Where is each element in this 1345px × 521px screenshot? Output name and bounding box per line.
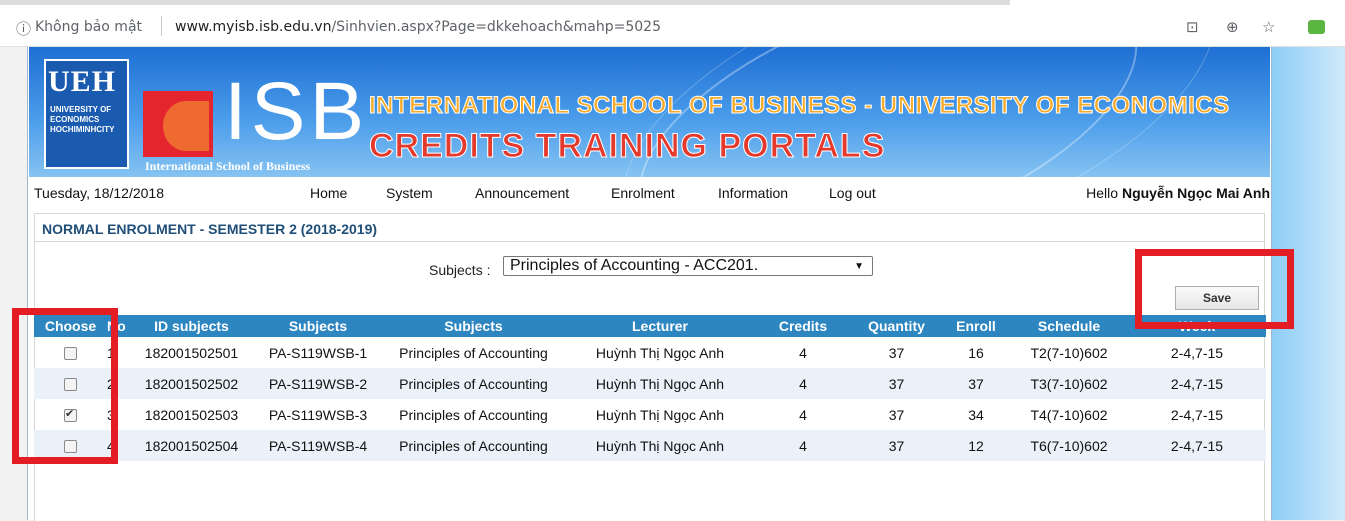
- nav-enrolment[interactable]: Enrolment: [611, 185, 675, 201]
- row-enroll: 12: [942, 430, 1010, 461]
- row-week: 2-4,7-15: [1128, 368, 1266, 399]
- col-header-enroll[interactable]: Enroll: [942, 315, 1010, 337]
- row-quantity: 37: [888, 344, 905, 361]
- banner-title: INTERNATIONAL SCHOOL OF BUSINESS - UNIVE…: [369, 92, 1230, 120]
- col-header-credits[interactable]: Credits: [755, 315, 851, 337]
- row-enroll: 16: [968, 344, 984, 361]
- translate-icon[interactable]: ⊡: [1186, 18, 1199, 36]
- row-id: 182001502502: [129, 368, 254, 399]
- col-header-subject[interactable]: Subjects: [382, 315, 565, 337]
- url-path: /Sinhvien.aspx?Page=dkkehoach&mahp=5025: [331, 19, 661, 35]
- user-name: Nguyễn Ngọc Mai Anh: [1121, 185, 1270, 201]
- nav-home[interactable]: Home: [310, 185, 347, 201]
- row-enroll: 37: [942, 368, 1010, 399]
- portal-banner: UEH UNIVERSITY OF ECONOMICS HOCHIMINHCIT…: [29, 47, 1270, 177]
- portal-container: UEH UNIVERSITY OF ECONOMICS HOCHIMINHCIT…: [27, 47, 1272, 521]
- table-row: 2 182001502502 PA-S119WSB-2 Principles o…: [34, 368, 1266, 399]
- col-header-code[interactable]: Subjects: [254, 315, 382, 337]
- greeting-prefix: Hello: [1086, 185, 1119, 201]
- row-id: 182001502503: [144, 406, 239, 423]
- col-header-lecturer[interactable]: Lecturer: [565, 315, 755, 337]
- col-header-id[interactable]: ID subjects: [129, 315, 254, 337]
- row-enroll: 34: [968, 406, 984, 423]
- nav-log-out[interactable]: Log out: [829, 185, 876, 201]
- isb-logo-shape: [163, 101, 209, 151]
- url-host: www.myisb.isb.edu.vn: [175, 19, 332, 35]
- row-credits: 4: [799, 344, 807, 361]
- row-code: PA-S119WSB-2: [254, 368, 382, 399]
- row-lecturer: Huỳnh Thị Ngọc Anh: [565, 430, 755, 461]
- row-lecturer: Huỳnh Thị Ngọc Anh: [565, 368, 755, 399]
- ueh-logo-line: UNIVERSITY OF: [50, 105, 112, 114]
- subjects-label: Subjects :: [429, 262, 491, 278]
- tab-strip-bar: [0, 0, 1010, 5]
- bookmark-star-icon[interactable]: ☆: [1262, 18, 1275, 36]
- main-nav: Tuesday, 18/12/2018 Home System Announce…: [29, 177, 1270, 207]
- ueh-logo-line: ECONOMICS: [50, 115, 100, 124]
- table-row: 4 182001502504 PA-S119WSB-4 Principles o…: [34, 430, 1266, 461]
- security-label[interactable]: Không bảo mật: [35, 19, 142, 35]
- zoom-icon[interactable]: ⊕: [1226, 18, 1239, 36]
- row-schedule: T4(7-10)602: [1030, 406, 1108, 423]
- subjects-selected-value: Principles of Accounting - ACC201.: [510, 257, 759, 274]
- ueh-logo-line: HOCHIMINHCITY: [50, 125, 115, 134]
- user-greeting: Hello Nguyễn Ngọc Mai Anh: [1086, 185, 1270, 201]
- row-credits: 4: [799, 406, 807, 423]
- row-quantity: 37: [851, 430, 942, 461]
- row-code: PA-S119WSB-1: [268, 344, 368, 361]
- info-circle-icon[interactable]: ⓘ: [16, 18, 31, 39]
- nav-announcement[interactable]: Announcement: [475, 185, 569, 201]
- panel-divider: [35, 241, 1264, 242]
- ueh-logo[interactable]: UEH UNIVERSITY OF ECONOMICS HOCHIMINHCIT…: [44, 59, 129, 169]
- row-week: 2-4,7-15: [1128, 430, 1266, 461]
- row-credits: 4: [755, 368, 851, 399]
- row-schedule: T2(7-10)602: [1030, 344, 1108, 361]
- address-separator: [161, 16, 162, 36]
- nav-system[interactable]: System: [386, 185, 433, 201]
- row-week: 2-4,7-15: [1170, 406, 1224, 423]
- row-schedule: T3(7-10)602: [1010, 368, 1128, 399]
- row-schedule: T6(7-10)602: [1010, 430, 1128, 461]
- col-header-quantity[interactable]: Quantity: [851, 315, 942, 337]
- row-code: PA-S119WSB-4: [254, 430, 382, 461]
- col-header-schedule[interactable]: Schedule: [1010, 315, 1128, 337]
- ueh-logo-letters: UEH: [48, 65, 117, 98]
- highlight-annotation-save: [1135, 249, 1294, 329]
- row-lecturer: Huỳnh Thị Ngọc Anh: [595, 344, 725, 361]
- row-id: 182001502504: [129, 430, 254, 461]
- current-date: Tuesday, 18/12/2018: [34, 185, 164, 201]
- table-row: 1 182001502501 PA-S119WSB-1 Principles o…: [34, 337, 1266, 368]
- row-quantity: 37: [851, 368, 942, 399]
- table-row: 3 182001502503 PA-S119WSB-3 Principles o…: [34, 399, 1266, 430]
- row-subject: Principles of Accounting: [399, 406, 548, 423]
- course-table: Choose No ID subjects Subjects Subjects …: [34, 315, 1266, 461]
- address-bar[interactable]: ⓘ Không bảo mật www.myisb.isb.edu.vn/Sin…: [0, 6, 1345, 47]
- row-quantity: 37: [888, 406, 905, 423]
- table-header-row: Choose No ID subjects Subjects Subjects …: [34, 315, 1266, 337]
- isb-logo-mark: [143, 91, 213, 157]
- panel-title: NORMAL ENROLMENT - SEMESTER 2 (2018-2019…: [42, 221, 378, 237]
- row-credits: 4: [755, 430, 851, 461]
- dropdown-arrow-icon: ▼: [854, 261, 864, 272]
- highlight-annotation-choose: [12, 308, 118, 464]
- subjects-select[interactable]: Principles of Accounting - ACC201. ▼: [503, 256, 873, 276]
- row-code: PA-S119WSB-3: [268, 406, 368, 423]
- row-subject: Principles of Accounting: [382, 430, 565, 461]
- url-text[interactable]: www.myisb.isb.edu.vn/Sinhvien.aspx?Page=…: [175, 19, 661, 35]
- row-lecturer: Huỳnh Thị Ngọc Anh: [595, 406, 725, 423]
- row-subject: Principles of Accounting: [399, 344, 548, 361]
- extension-icon[interactable]: [1308, 20, 1325, 34]
- isb-logo-subtitle: International School of Business: [145, 159, 311, 173]
- isb-logo-letters: ISB: [224, 66, 369, 157]
- row-id: 182001502501: [144, 344, 239, 361]
- nav-information[interactable]: Information: [718, 185, 788, 201]
- row-week: 2-4,7-15: [1170, 344, 1224, 361]
- row-subject: Principles of Accounting: [382, 368, 565, 399]
- banner-subtitle: CREDITS TRAINING PORTALS: [368, 127, 886, 166]
